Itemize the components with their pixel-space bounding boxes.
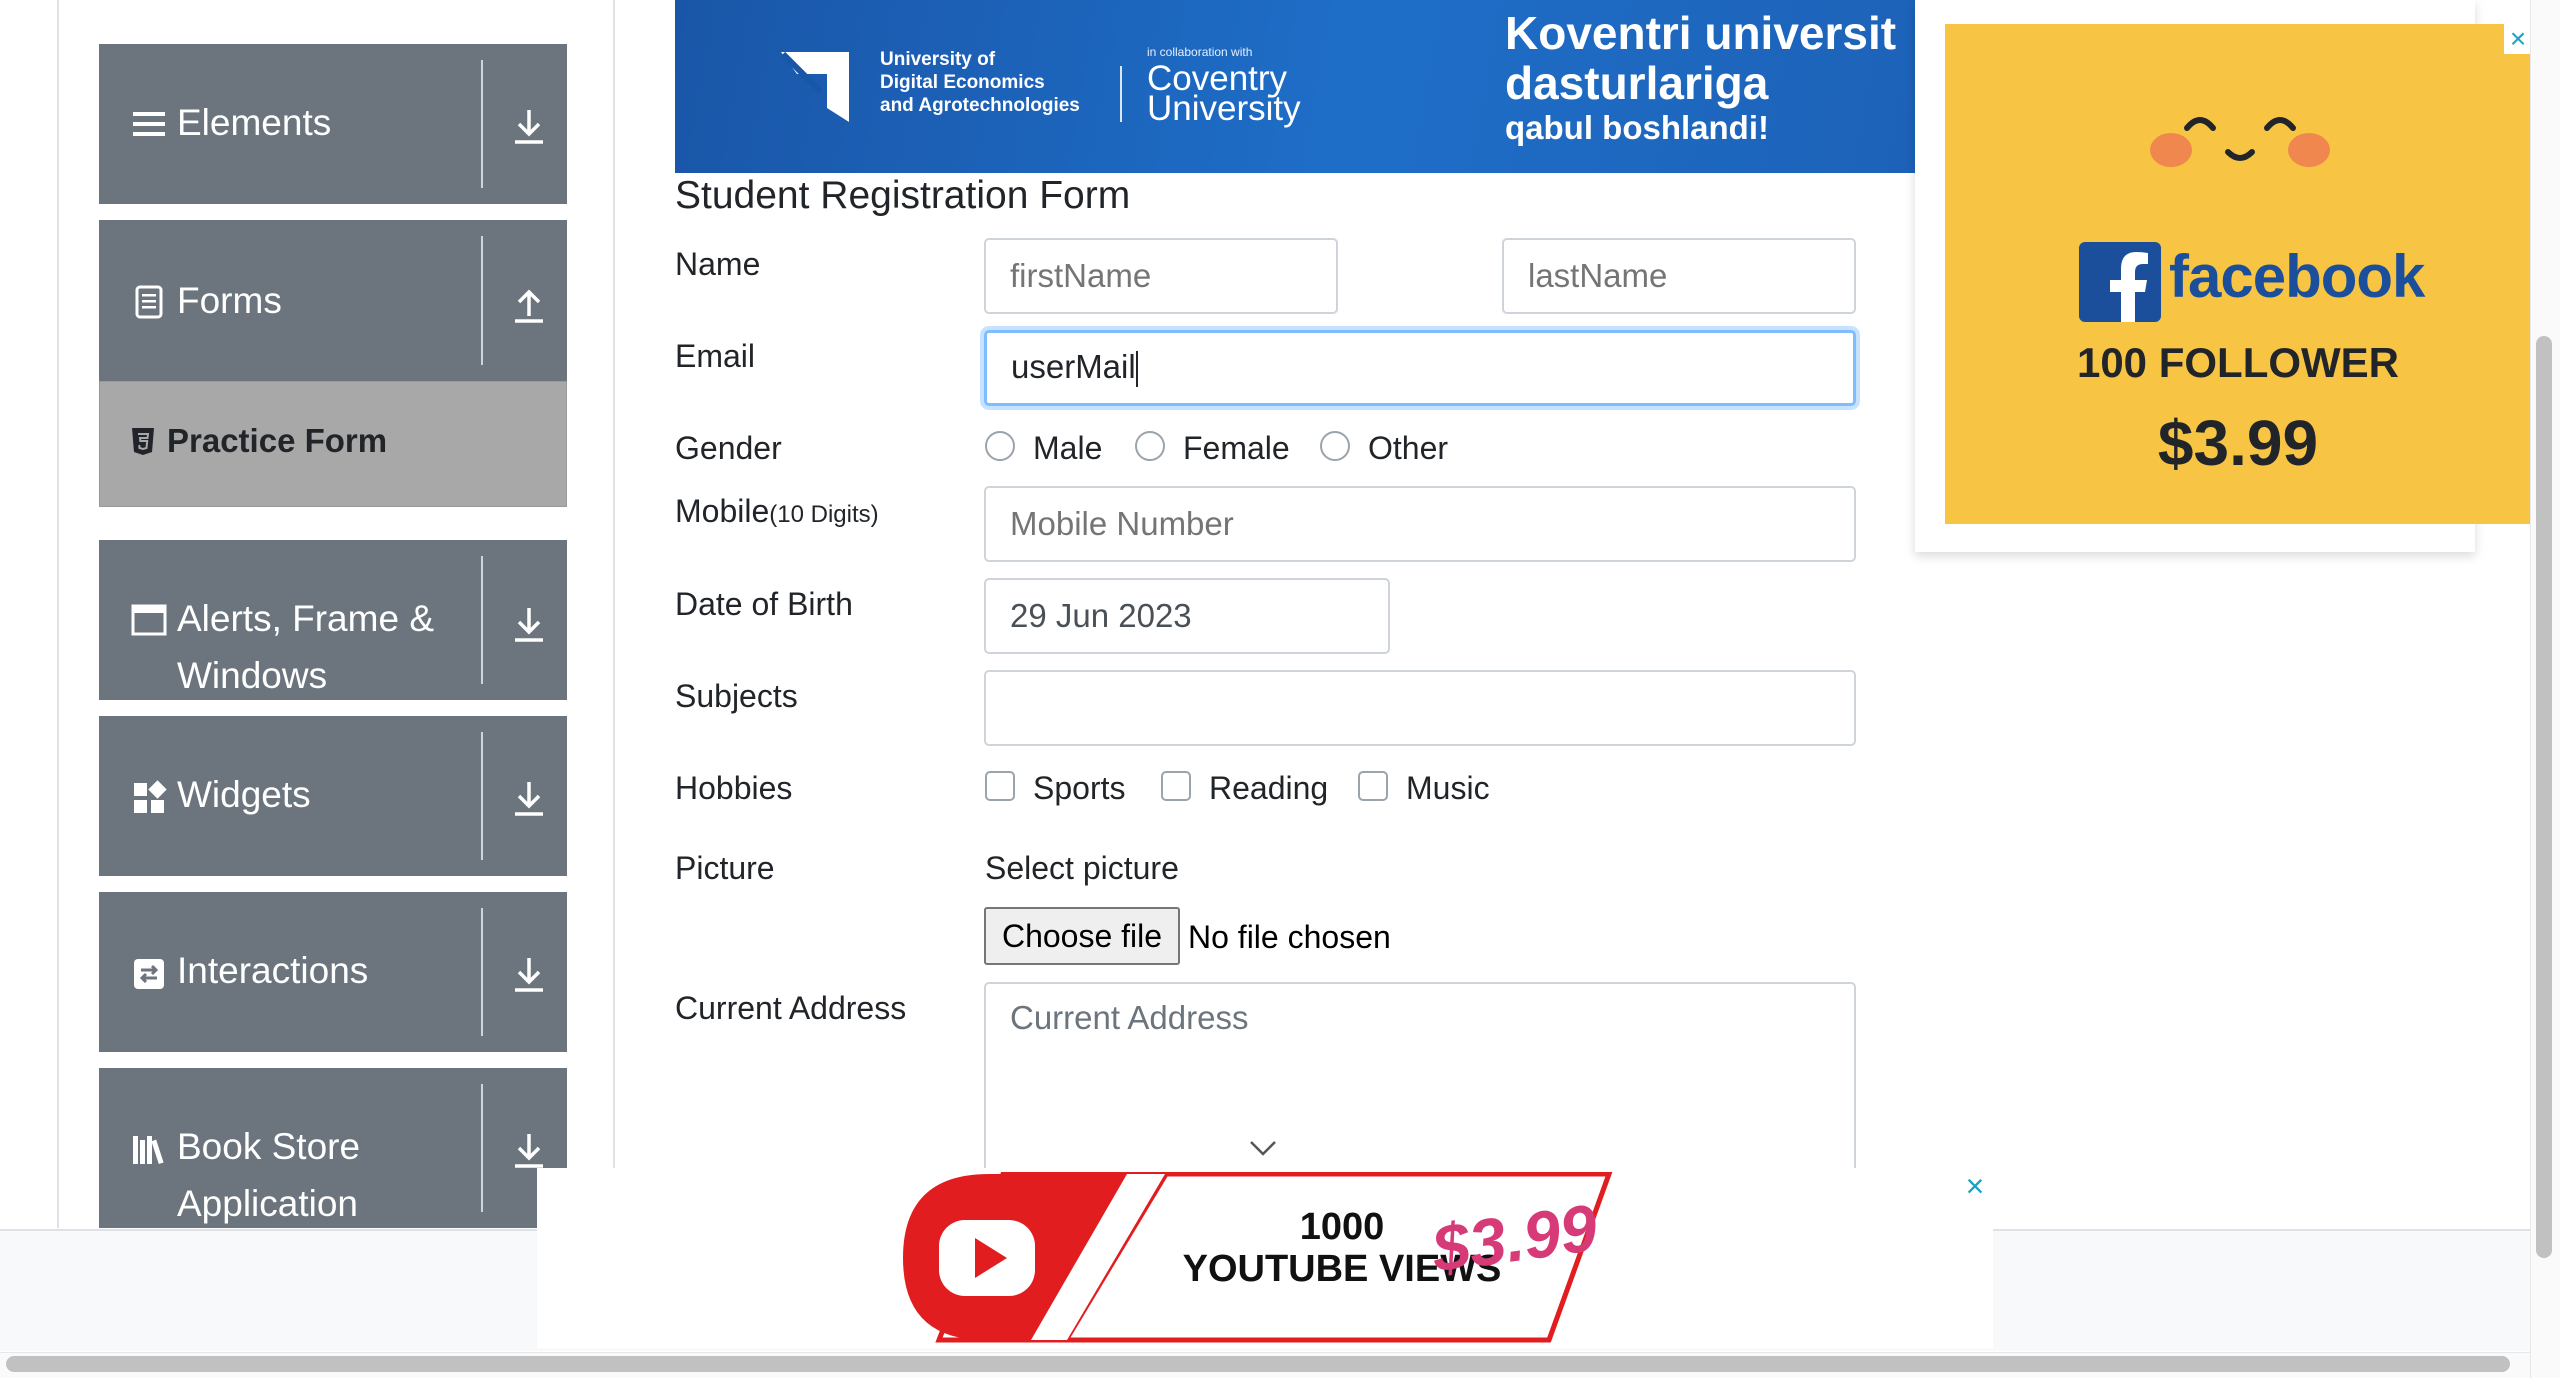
gender-male-label[interactable]: Male <box>1033 430 1102 467</box>
gender-male-radio[interactable] <box>985 431 1015 461</box>
promo-line: Koventri universit <box>1505 7 1897 59</box>
facebook-follower-ad[interactable]: facebook 100 FOLLOWER $3.99 <box>1945 24 2531 524</box>
sidebar-item-practice-form[interactable]: Practice Form <box>99 381 567 507</box>
name-label: Name <box>675 246 761 282</box>
sidebar-item-label: Practice Form <box>167 422 388 459</box>
upload-arrow-icon <box>515 289 543 323</box>
university-name-line: Digital Economics <box>880 72 1045 93</box>
sidebar-group-widgets[interactable]: Widgets <box>99 716 567 876</box>
sidebar-group-label: Windows <box>177 655 328 696</box>
date-of-birth-input[interactable]: 29 Jun 2023 <box>984 578 1390 654</box>
picture-caption: Select picture <box>985 850 1179 886</box>
hamburger-icon <box>133 112 165 136</box>
email-value: userMail <box>1011 348 1136 385</box>
divider <box>481 60 483 188</box>
text-cursor <box>1135 351 1138 388</box>
gender-other-radio[interactable] <box>1320 431 1350 461</box>
widgets-icon <box>134 780 167 813</box>
gender-label: Gender <box>675 430 782 466</box>
form-title: Student Registration Form <box>675 174 1131 217</box>
download-arrow-icon <box>515 782 543 816</box>
email-label: Email <box>675 338 756 374</box>
divider <box>481 556 483 684</box>
sidebar-group-label: Interactions <box>177 950 369 991</box>
mobile-input[interactable] <box>984 486 1856 562</box>
email-input[interactable]: userMail <box>984 330 1856 406</box>
subjects-label: Subjects <box>675 678 798 714</box>
interactions-icon <box>134 959 164 989</box>
sidebar-group-interactions[interactable]: Interactions <box>99 892 567 1052</box>
partner-name: Coventry University <box>1147 61 1301 128</box>
hobby-music-label[interactable]: Music <box>1406 770 1490 807</box>
university-name: University of Digital Economics and Agro… <box>880 48 1080 117</box>
sidebar-group-alerts-frame-windows[interactable]: Alerts, Frame & Windows <box>99 540 567 700</box>
hobbies-label: Hobbies <box>675 770 793 806</box>
mobile-label: Mobile(10 Digits) <box>675 493 879 530</box>
close-ad-icon[interactable]: × <box>2504 24 2532 54</box>
hobby-reading-label[interactable]: Reading <box>1209 770 1328 807</box>
hobby-music-checkbox[interactable] <box>1358 771 1388 801</box>
divider <box>481 236 483 365</box>
horizontal-scrollbar-thumb[interactable] <box>6 1356 2510 1372</box>
sidebar-group-label: Alerts, Frame & <box>177 598 434 639</box>
gender-other-label[interactable]: Other <box>1368 430 1448 467</box>
sidebar-group-label: Forms <box>177 280 282 321</box>
youtube-views-ad[interactable]: 1000 YOUTUBE VIEWS $3.99 <box>537 1168 1993 1348</box>
download-arrow-icon <box>515 958 543 992</box>
hobby-sports-label[interactable]: Sports <box>1033 770 1125 807</box>
facebook-logo-icon <box>2079 242 2161 322</box>
download-arrow-icon <box>515 608 543 642</box>
books-icon <box>133 1136 164 1165</box>
form-list-icon <box>135 285 163 319</box>
sidebar-group-book-store[interactable]: Book Store Application <box>99 1068 567 1228</box>
window-icon <box>131 604 167 636</box>
subjects-input[interactable] <box>984 670 1856 746</box>
university-logo-icon <box>780 51 849 122</box>
vertical-scrollbar-thumb[interactable] <box>2536 336 2552 1258</box>
smiley-face-icon <box>2150 117 2330 167</box>
divider <box>481 908 483 1036</box>
ad-price-text: $3.99 <box>2157 407 2319 479</box>
sidebar-group-label: Book Store <box>177 1126 361 1167</box>
dob-label: Date of Birth <box>675 586 853 622</box>
divider <box>481 732 483 860</box>
first-name-input[interactable] <box>984 238 1338 314</box>
picture-label: Picture <box>675 850 775 886</box>
hobby-reading-checkbox[interactable] <box>1161 771 1191 801</box>
download-arrow-icon <box>515 1134 543 1168</box>
gender-female-radio[interactable] <box>1135 431 1165 461</box>
no-file-text: No file chosen <box>1188 919 1391 955</box>
close-ad-icon[interactable]: × <box>1960 1168 1990 1204</box>
university-name-line: and Agrotechnologies <box>880 95 1080 116</box>
divider <box>481 1084 483 1212</box>
promo-text: Koventri universit dasturlariga qabul bo… <box>1505 8 1896 148</box>
gender-female-label[interactable]: Female <box>1183 430 1290 467</box>
partner-name-line: University <box>1147 89 1301 128</box>
choose-file-button[interactable]: Choose file <box>984 907 1180 965</box>
promo-line: qabul boshlandi! <box>1505 109 1769 146</box>
sidebar-group-forms[interactable]: Forms <box>99 220 567 381</box>
sidebar-group-label: Elements <box>177 102 332 143</box>
download-arrow-icon <box>515 110 543 144</box>
divider <box>1120 66 1122 122</box>
sidebar-group-label: Application <box>177 1183 359 1224</box>
promo-line: dasturlariga <box>1505 57 1769 109</box>
facebook-brand-text: facebook <box>2169 243 2425 310</box>
ad-offer-text: 100 FOLLOWER <box>2076 339 2400 386</box>
sidebar-group-label: Widgets <box>177 774 311 815</box>
collab-text: in collaboration with <box>1147 45 1253 59</box>
hobby-sports-checkbox[interactable] <box>985 771 1015 801</box>
ad-views-count: 1000 <box>1299 1206 1385 1248</box>
banner-ad[interactable]: University of Digital Economics and Agro… <box>675 0 1915 173</box>
mobile-label-text: Mobile <box>675 493 770 529</box>
sidebar-group-elements[interactable]: Elements <box>99 44 567 204</box>
chevron-down-icon <box>1250 1141 1276 1156</box>
university-name-line: University of <box>880 49 996 70</box>
mobile-hint: (10 Digits) <box>769 501 879 528</box>
address-label: Current Address <box>675 990 907 1026</box>
html5-icon <box>132 428 154 455</box>
last-name-input[interactable] <box>1502 238 1856 314</box>
